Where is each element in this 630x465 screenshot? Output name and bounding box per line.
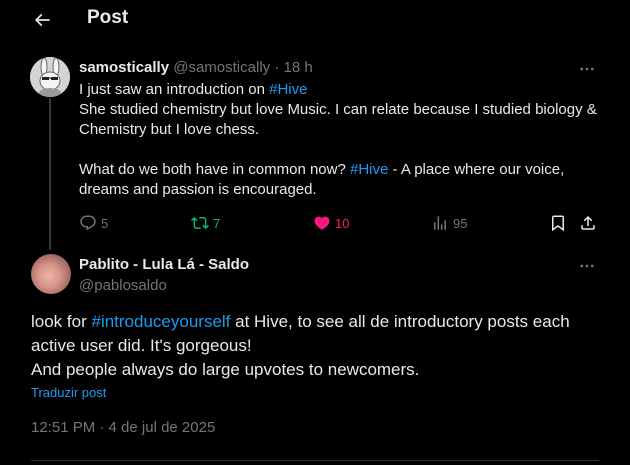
- like-count: 10: [335, 215, 350, 231]
- post-text-line: And people always do large upvotes to ne…: [31, 360, 420, 379]
- bookmark-icon: [552, 215, 564, 232]
- separator: ·: [270, 59, 284, 76]
- hashtag-link[interactable]: #Hive: [350, 161, 388, 178]
- page-title: Post: [87, 7, 129, 28]
- avatar[interactable]: [31, 254, 71, 294]
- post-header: samostically @samostically · 18 h: [79, 59, 313, 76]
- reply-count: 5: [101, 215, 109, 231]
- share-button[interactable]: [579, 212, 597, 234]
- post-text-line: I just saw an introduction on: [79, 81, 270, 98]
- author-handle[interactable]: @samostically: [173, 59, 270, 76]
- bookmark-button[interactable]: [549, 212, 567, 234]
- header: Post: [0, 0, 630, 40]
- repost-button[interactable]: 7: [191, 212, 220, 234]
- author-name[interactable]: samostically: [79, 59, 169, 76]
- more-button[interactable]: [577, 61, 597, 77]
- author-handle[interactable]: @pablosaldo: [79, 277, 167, 294]
- heart-icon: [314, 216, 330, 230]
- views-button[interactable]: 95: [431, 212, 467, 234]
- reply-icon: [80, 215, 96, 231]
- repost-count: 7: [213, 215, 221, 231]
- post-text: I just saw an introduction on #Hive She …: [79, 80, 604, 200]
- hashtag-link[interactable]: #Hive: [269, 81, 307, 98]
- rabbit-avatar-icon: [30, 57, 70, 97]
- back-button[interactable]: [28, 6, 56, 34]
- more-button[interactable]: [577, 258, 597, 274]
- post-timestamp[interactable]: 12:51 PM · 4 de jul de 2025: [31, 419, 215, 436]
- post-text-line: look for: [31, 312, 92, 331]
- arrow-left-icon: [34, 13, 50, 27]
- post-text: look for #introduceyourself at Hive, to …: [31, 310, 606, 382]
- share-icon: [581, 215, 595, 230]
- reply-button[interactable]: 5: [79, 212, 108, 234]
- avatar[interactable]: [30, 57, 70, 97]
- translate-post-link[interactable]: Traduzir post: [31, 385, 106, 400]
- more-horizontal-icon: [580, 67, 594, 71]
- like-button[interactable]: 10: [313, 212, 349, 234]
- action-bar: 5 7 10 95: [79, 212, 604, 234]
- more-horizontal-icon: [580, 264, 594, 268]
- post-text-line: What do we both have in common now?: [79, 161, 350, 178]
- hashtag-link[interactable]: #introduceyourself: [91, 312, 230, 331]
- divider: [31, 460, 599, 461]
- post-time[interactable]: 18 h: [284, 59, 313, 76]
- post-text-line: She studied chemistry but love Music. I …: [79, 101, 597, 138]
- views-icon: [434, 216, 446, 230]
- repost-icon: [191, 216, 209, 230]
- views-count: 95: [453, 215, 468, 231]
- author-name[interactable]: Pablito - Lula Lá - Saldo: [79, 256, 249, 273]
- thread-line: [49, 98, 51, 250]
- post-page: Post samostically @samostically · 18 h I…: [0, 0, 630, 465]
